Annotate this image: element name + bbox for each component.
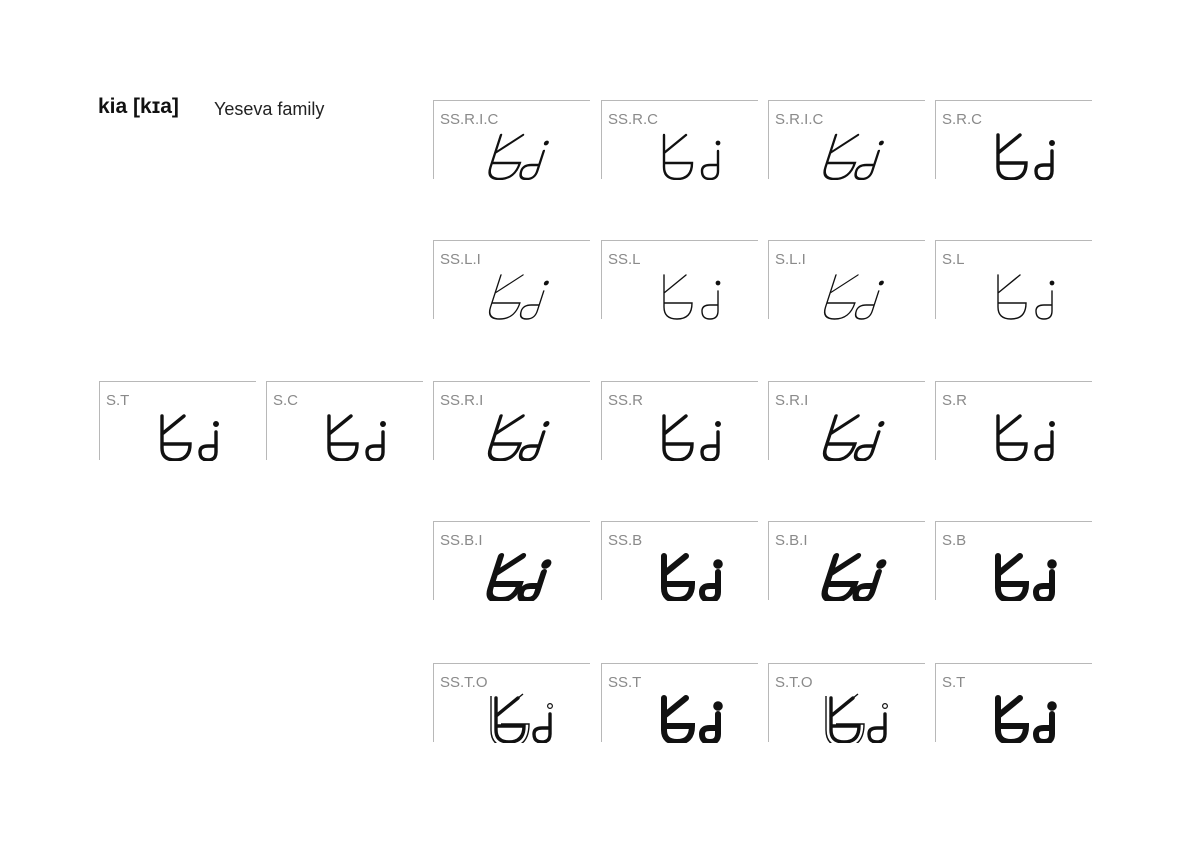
specimen-cell: SS.R.I.C [433,100,590,180]
glyph-ia-icon [519,280,549,320]
specimen-label: S.R [942,392,968,409]
specimen-cell: SS.L.I [433,240,590,320]
specimen-cell: SS.T.O [433,663,590,743]
glyph-ia-icon [852,559,887,601]
glyph-ia-icon [700,421,721,461]
specimen-label: S.T.O [775,674,813,691]
glyph-k-icon [996,133,1028,180]
family-name: Yeseva family [214,99,325,119]
specimen-label: SS.R.I.C [440,111,499,128]
specimen-cell: SS.B.I [433,521,590,601]
glyph-ia-icon [1034,421,1055,461]
specimen-label: S.C [273,392,299,409]
glyph-k-icon [995,553,1030,601]
glyph-ia-icon [517,559,552,601]
glyph-k-icon [996,414,1028,461]
specimen-label: S.R.C [942,111,983,128]
specimen-label: SS.B.I [440,532,483,549]
glyph-k-icon [490,693,530,743]
specimen-cell: S.L.I [768,240,925,320]
glyph-k-icon [488,274,524,320]
specimen-cell: SS.R.C [601,100,758,180]
specimen-cell: S.R.I [768,381,925,461]
glyph-k-icon [661,695,696,743]
glyph-k-icon [160,414,192,461]
glyph-k-icon [823,133,860,180]
glyph-ia-icon [698,559,723,601]
glyph-ia-icon [853,421,885,461]
specimen-label: SS.L [608,251,641,268]
glyph-k-icon [662,414,694,461]
specimen-cell: S.T.O [768,663,925,743]
glyph-k-icon [825,693,865,743]
specimen-cell: SS.L [601,240,758,320]
specimen-cell: S.R [935,381,1092,461]
specimen-cell: S.T [99,381,256,461]
specimen-cell: SS.R.I [433,381,590,461]
glyph-ia-icon [532,703,553,743]
glyph-ia-icon [854,280,884,320]
specimen-label: S.T [942,674,966,691]
specimen-label: SS.R.I [440,392,484,409]
glyph-ia-icon [1034,140,1055,180]
glyph-ia-icon [698,701,723,743]
specimen-cell: S.R.I.C [768,100,925,180]
glyph-ia-icon [867,703,888,743]
specimen-label: S.L [942,251,965,268]
specimen-label: S.R.I [775,392,809,409]
specimen-label: SS.T [608,674,642,691]
glyph-ia-icon [1032,701,1057,743]
specimen-cell: S.B.I [768,521,925,601]
specimen-label: SS.L.I [440,251,481,268]
glyph-ia-icon [198,421,219,461]
glyph-ia-icon [1032,559,1057,601]
specimen-cell: SS.R [601,381,758,461]
specimen-cell: S.L [935,240,1092,320]
specimen-label: S.L.I [775,251,806,268]
specimen-cell: SS.B [601,521,758,601]
specimen-label: S.R.I.C [775,111,824,128]
specimen-cell: S.T [935,663,1092,743]
glyph-k-icon [823,274,859,320]
specimen-label: SS.B [608,532,643,549]
glyph-k-icon [997,274,1027,320]
glyph-k-icon [822,414,860,461]
glyph-k-icon [327,414,359,461]
specimen-cell: S.B [935,521,1092,601]
glyph-ia-icon [700,140,721,180]
glyph-k-icon [487,414,525,461]
specimen-cell: S.R.C [935,100,1092,180]
specimen-label: S.B.I [775,532,808,549]
glyph-k-icon [995,695,1030,743]
specimen-cell: SS.T [601,663,758,743]
glyph-k-icon [488,133,525,180]
glyph-ia-icon [365,421,386,461]
glyph-ia-icon [854,140,884,180]
specimen-label: S.T [106,392,130,409]
glyph-ia-icon [518,421,550,461]
specimen-label: S.B [942,532,967,549]
glyph-ia-icon [1035,280,1055,320]
glyph-k-icon [662,133,694,180]
glyph-k-icon [661,553,696,601]
glyph-k-icon [663,274,693,320]
specimen-label: SS.T.O [440,674,488,691]
page-title: kia [kɪa] [98,95,179,118]
specimen-label: SS.R.C [608,111,659,128]
specimen-label: SS.R [608,392,644,409]
glyph-ia-icon [701,280,721,320]
glyph-ia-icon [519,140,549,180]
specimen-cell: S.C [266,381,423,461]
